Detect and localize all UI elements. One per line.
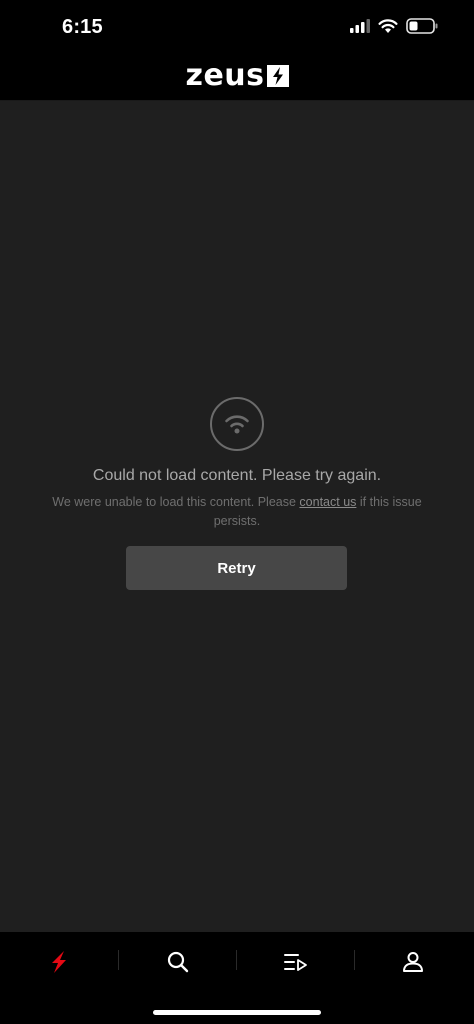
error-desc-text: We were unable to load this content. Ple… — [52, 495, 300, 509]
tab-home[interactable] — [39, 944, 79, 984]
logo-text: zeus — [185, 58, 265, 93]
contact-us-link[interactable]: contact us — [299, 495, 356, 509]
home-indicator[interactable] — [153, 1010, 321, 1015]
search-icon — [167, 951, 189, 978]
tab-divider — [118, 950, 119, 970]
app-header: zeus — [0, 56, 474, 101]
status-time: 6:15 — [62, 16, 103, 38]
main-content: Could not load content. Please try again… — [0, 101, 474, 932]
playlist-icon — [284, 952, 308, 977]
battery-icon — [406, 18, 438, 39]
tab-divider — [236, 950, 237, 970]
retry-button[interactable]: Retry — [126, 546, 347, 590]
signal-icon — [350, 19, 370, 38]
tab-profile[interactable] — [393, 944, 433, 984]
tab-playlist[interactable] — [276, 944, 316, 984]
wifi-icon — [210, 397, 264, 451]
status-icons — [350, 18, 438, 39]
status-bar: 6:15 — [0, 0, 474, 56]
zeus-logo[interactable]: zeus — [185, 61, 289, 92]
error-description: We were unable to load this content. Ple… — [40, 493, 434, 531]
tab-search[interactable] — [158, 944, 198, 984]
bolt-icon — [266, 64, 289, 92]
error-title: Could not load content. Please try again… — [92, 467, 382, 484]
tab-divider — [354, 950, 355, 970]
bolt-icon — [48, 950, 70, 979]
tab-bar — [0, 932, 474, 1024]
user-icon — [402, 951, 424, 978]
wifi-icon — [378, 18, 398, 39]
